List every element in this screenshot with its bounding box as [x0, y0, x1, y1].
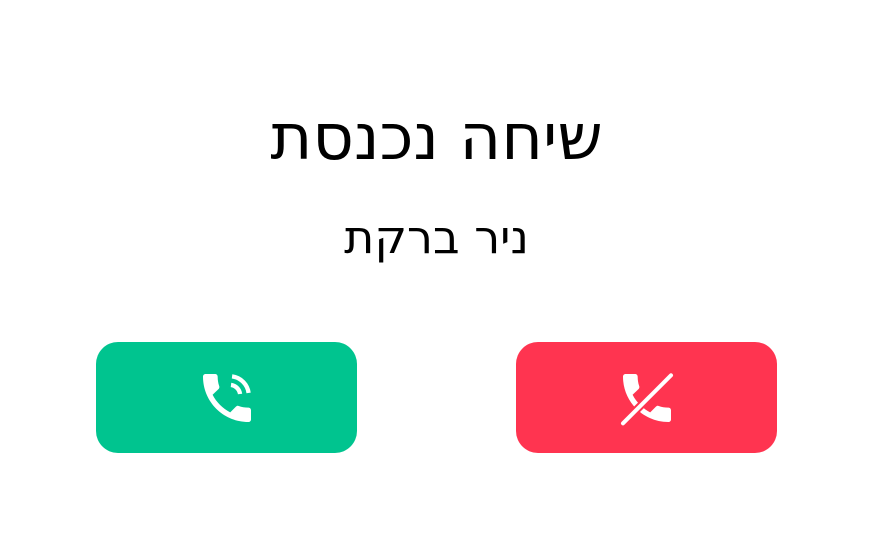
decline-call-button[interactable]	[516, 342, 777, 453]
phone-hangup-icon	[615, 366, 679, 430]
caller-name: ניר ברקת	[344, 210, 529, 264]
accept-call-button[interactable]	[96, 342, 357, 453]
phone-ringing-icon	[195, 366, 259, 430]
incoming-call-title: שיחה נכנסת	[270, 101, 603, 175]
